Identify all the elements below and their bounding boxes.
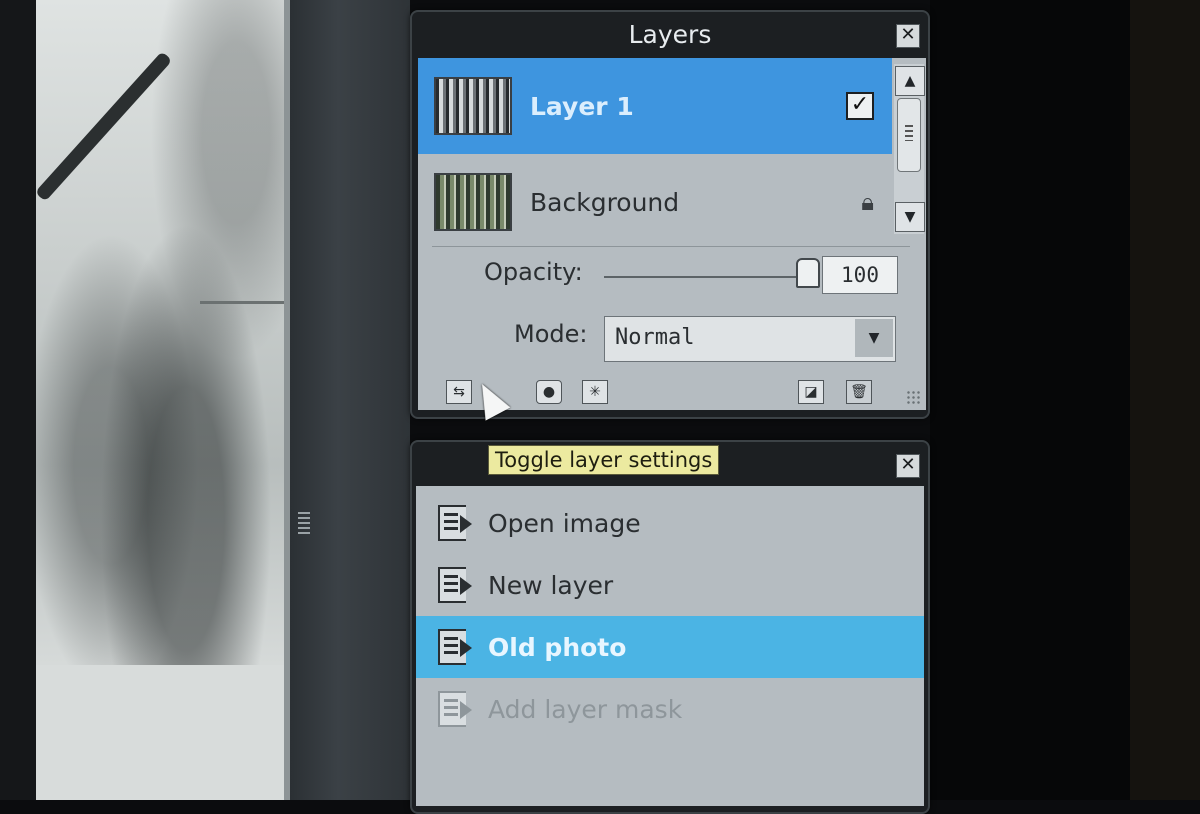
opacity-slider[interactable] (604, 276, 806, 278)
layers-panel: Layers ✕ Layer 1 ✓ Background 🔒︎ ▲ ▼ Opa… (410, 10, 930, 419)
photo-border (36, 665, 286, 800)
monitor-bezel (1130, 0, 1200, 800)
history-item-add-layer-mask[interactable]: Add layer mask (416, 678, 924, 740)
history-step-icon (438, 505, 472, 541)
close-icon[interactable]: ✕ (896, 454, 920, 478)
panel-gutter (290, 0, 410, 800)
history-item-label: Open image (488, 508, 641, 538)
history-item-old-photo[interactable]: Old photo (416, 616, 924, 678)
history-item-new-layer[interactable]: New layer (416, 554, 924, 616)
layer-settings-icon[interactable]: ⇆ (446, 380, 472, 404)
panel-resize-icon[interactable] (906, 390, 922, 406)
lock-icon: 🔒︎ (861, 188, 874, 216)
photo-roof (200, 283, 285, 304)
new-layer-icon[interactable]: ◪ (798, 380, 824, 404)
tooltip: Toggle layer settings (488, 445, 720, 475)
layers-panel-body: Layer 1 ✓ Background 🔒︎ ▲ ▼ Opacity: 100… (418, 58, 926, 410)
layers-scrollbar[interactable]: ▲ ▼ (894, 64, 925, 234)
resize-grip-icon[interactable] (298, 512, 310, 536)
history-step-icon (438, 691, 472, 727)
scroll-down-icon[interactable]: ▼ (895, 202, 925, 232)
close-icon[interactable]: ✕ (896, 24, 920, 48)
chevron-down-icon[interactable]: ▼ (855, 319, 893, 357)
layers-title-text: Layers (628, 20, 712, 49)
layer-row-background[interactable]: Background 🔒︎ (418, 154, 892, 250)
opacity-label: Opacity: (484, 258, 583, 286)
layers-panel-title: Layers ✕ (412, 12, 928, 56)
checkbox-icon[interactable]: ✓ (846, 92, 874, 120)
mode-value: Normal (615, 325, 695, 350)
scroll-thumb[interactable] (897, 98, 921, 172)
layer-row-layer-1[interactable]: Layer 1 ✓ (418, 58, 892, 154)
mode-label: Mode: (514, 320, 588, 348)
layer-name: Background (530, 187, 680, 217)
history-step-icon (438, 629, 472, 665)
layer-thumbnail (434, 173, 512, 231)
history-step-icon (438, 567, 472, 603)
opacity-slider-handle[interactable] (796, 258, 820, 288)
image-canvas[interactable] (0, 0, 290, 800)
layer-styles-icon[interactable]: ✳ (582, 380, 608, 404)
photo-image (36, 0, 286, 665)
history-item-open-image[interactable]: Open image (416, 492, 924, 554)
scroll-up-icon[interactable]: ▲ (895, 66, 925, 96)
divider (432, 246, 910, 247)
history-list: Open image New layer Old photo Add layer… (416, 486, 924, 806)
opacity-input[interactable]: 100 (822, 256, 898, 294)
trash-icon[interactable]: 🗑︎ (846, 380, 872, 404)
history-panel: ✕ Open image New layer Old photo Add lay… (410, 440, 930, 814)
history-item-label: Old photo (488, 632, 627, 662)
history-item-label: New layer (488, 570, 614, 600)
layer-name: Layer 1 (530, 91, 634, 121)
layer-mask-icon[interactable]: ● (536, 380, 562, 404)
history-item-label: Add layer mask (488, 694, 683, 724)
layer-thumbnail (434, 77, 512, 135)
blend-mode-select[interactable]: Normal ▼ (604, 316, 896, 362)
